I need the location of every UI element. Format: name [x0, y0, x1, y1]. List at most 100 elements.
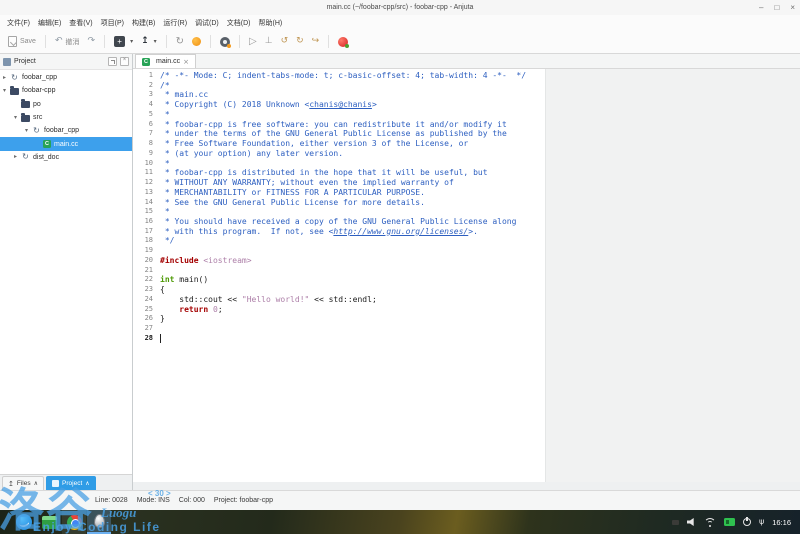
volume-icon[interactable]	[687, 518, 696, 526]
run-icon: ▷	[249, 37, 257, 47]
anjuta-taskbar-button[interactable]	[87, 510, 111, 534]
redo-icon: ↷	[88, 37, 96, 46]
target-icon: ↻	[10, 74, 19, 82]
code-line: * MERCHANTABILITY or FITNESS FOR A PARTI…	[160, 188, 526, 198]
redo-button[interactable]: ↷	[84, 30, 100, 53]
code-line: * Copyright (C) 2018 Unknown <chanis@cha…	[160, 100, 526, 110]
tree-item-label: src	[33, 114, 42, 121]
chrome-button[interactable]	[62, 510, 86, 534]
line-number: 17	[133, 227, 153, 237]
menu-item[interactable]: 文档(D)	[223, 16, 255, 30]
tree-item-label: foobar_cpp	[44, 127, 79, 134]
pause-button[interactable]: ⊥	[261, 30, 277, 53]
window-controls: – □ ×	[759, 0, 795, 15]
code-line	[160, 246, 526, 256]
code-line: * with this program. If not, see <http:/…	[160, 227, 526, 237]
code-line: * foobar-cpp is distributed in the hope …	[160, 168, 526, 178]
close-window-icon[interactable]: ×	[790, 4, 795, 12]
code-editor[interactable]: 1234567891011121314151617181920212223242…	[133, 69, 800, 482]
folder-icon	[10, 88, 19, 95]
tree-item-po[interactable]: po	[0, 98, 132, 111]
step-over-button[interactable]: ↻	[292, 30, 308, 53]
goto-dropdown-icon[interactable]: ▾	[154, 39, 157, 45]
install-button[interactable]	[188, 30, 205, 53]
step-in-button[interactable]: ↺	[277, 30, 293, 53]
menu-item[interactable]: 项目(P)	[97, 16, 128, 30]
menu-item[interactable]: 调试(D)	[191, 16, 223, 30]
editor-bottom-filler	[133, 482, 800, 490]
line-number: 6	[133, 120, 153, 130]
code-line: std::cout << "Hello world!" << std::endl…	[160, 295, 526, 305]
menu-item[interactable]: 编辑(E)	[34, 16, 65, 30]
step-over-icon: ↻	[296, 37, 304, 46]
battery-icon[interactable]	[724, 518, 735, 526]
code-line	[160, 266, 526, 276]
launcher-icon	[16, 514, 32, 530]
menu-item[interactable]: 运行(R)	[159, 16, 191, 30]
step-out-button[interactable]: ↪	[308, 30, 324, 53]
build-button[interactable]: ↻	[172, 30, 188, 53]
power-icon[interactable]	[743, 518, 751, 526]
tree-item-foobar-cpp[interactable]: ▾foobar-cpp	[0, 84, 132, 97]
usb-icon[interactable]: ψ	[759, 518, 764, 526]
project-panel-title: Project	[14, 58, 105, 65]
screen: main.cc (~/foobar-cpp/src) - foobar-cpp …	[0, 0, 800, 534]
new-file-dropdown-icon[interactable]: ▾	[130, 39, 133, 45]
dock-tab-label: Files	[17, 480, 31, 487]
panel-detach-button[interactable]	[108, 57, 117, 66]
tree-item-foobar_cpp[interactable]: ▾↻foobar_cpp	[0, 124, 132, 137]
expander-icon[interactable]: ▸	[3, 75, 10, 81]
minimize-window-icon[interactable]: –	[759, 4, 763, 12]
line-number: 8	[133, 139, 153, 149]
dock-tab-project[interactable]: Project∧	[46, 476, 96, 490]
right-margin-zone	[545, 69, 800, 482]
keyboard-tray-icon[interactable]	[672, 520, 679, 525]
expander-icon[interactable]: ▸	[14, 154, 21, 160]
tree-item-foobar_cpp[interactable]: ▸↻foobar_cpp	[0, 71, 132, 84]
goto-button[interactable]: ↥ ▾	[137, 30, 161, 53]
code-line: *	[160, 159, 526, 169]
panel-close-button[interactable]	[120, 57, 129, 66]
configure-button[interactable]	[216, 30, 234, 53]
line-number: 5	[133, 110, 153, 120]
folder-icon	[21, 101, 30, 108]
wifi-icon[interactable]	[704, 518, 716, 526]
code-line: * main.cc	[160, 90, 526, 100]
run-button[interactable]: ▷	[245, 30, 261, 53]
tree-item-label: foobar_cpp	[22, 74, 57, 81]
save-button[interactable]: Save	[4, 30, 40, 53]
expander-icon[interactable]: ▾	[14, 115, 21, 121]
status-line: Line: 0028	[95, 497, 128, 504]
new-file-button[interactable]: ▾	[110, 30, 137, 53]
toolbar-separator	[239, 35, 240, 48]
line-number: 28	[133, 334, 153, 344]
menu-item[interactable]: 构建(B)	[128, 16, 159, 30]
tree-item-src[interactable]: ▾ src	[0, 111, 132, 124]
undo-button[interactable]: ↶ 撤消	[51, 30, 84, 53]
line-number: 20	[133, 256, 153, 266]
menu-item[interactable]: 帮助(H)	[254, 16, 286, 30]
tree-item-main.cc[interactable]: Cmain.cc	[0, 137, 132, 150]
dock-tab-files[interactable]: ↥Files∧	[2, 476, 44, 490]
expander-icon[interactable]: ▾	[3, 88, 10, 94]
file-manager-button[interactable]	[37, 510, 61, 534]
taskbar-apps	[0, 510, 111, 534]
editor-tab-main-cc[interactable]: C main.cc ×	[135, 54, 196, 68]
debugger-icon	[338, 37, 348, 47]
build-icon: ↻	[176, 37, 184, 47]
status-mode: Mode: INS	[137, 497, 170, 504]
expander-icon[interactable]: ▾	[25, 128, 32, 134]
toolbar-separator	[45, 35, 46, 48]
editor-pane: C main.cc × 1234567891011121314151617181…	[133, 54, 800, 490]
debugger-button[interactable]	[334, 30, 352, 53]
launcher-button[interactable]	[12, 510, 36, 534]
menu-item[interactable]: 查看(V)	[65, 16, 96, 30]
tree-item-dist_doc[interactable]: ▸↻dist_doc	[0, 151, 132, 164]
toolbar-separator	[166, 35, 167, 48]
menu-item[interactable]: 文件(F)	[3, 16, 34, 30]
code-line: /*	[160, 81, 526, 91]
install-icon	[192, 37, 201, 46]
anjuta-icon	[94, 514, 105, 528]
maximize-window-icon[interactable]: □	[774, 4, 779, 12]
tab-close-icon[interactable]: ×	[183, 58, 189, 66]
